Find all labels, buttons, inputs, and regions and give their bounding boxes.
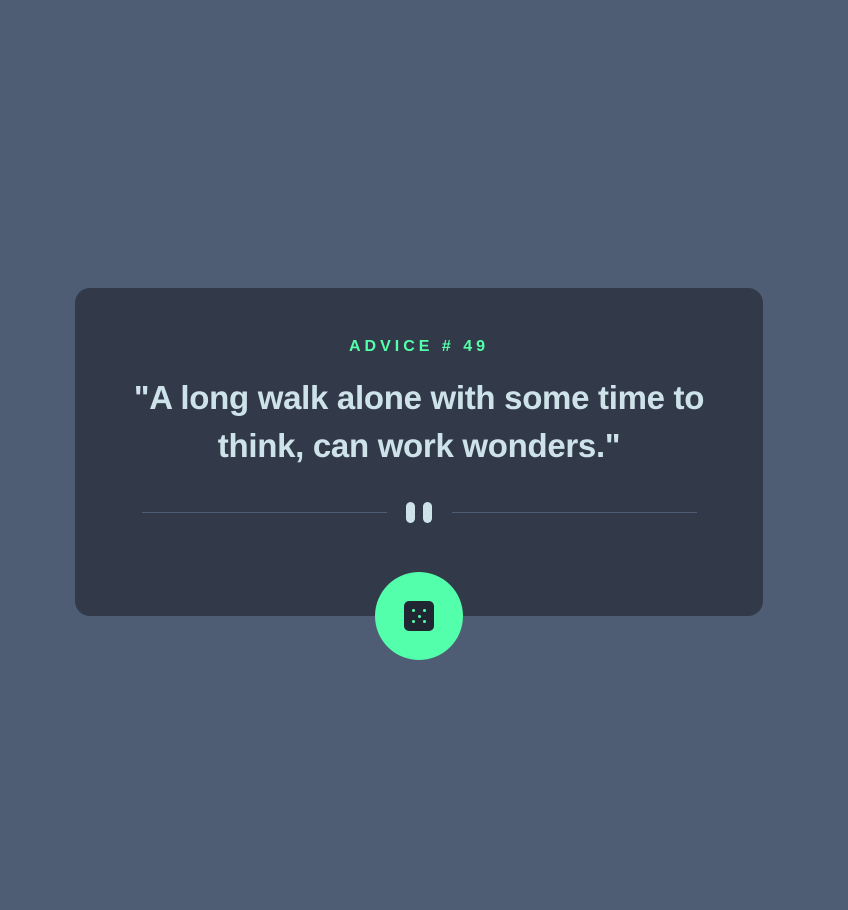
divider-line-right xyxy=(452,512,697,513)
dice-pip xyxy=(412,609,415,612)
advice-card: ADVICE # 49 "A long walk alone with some… xyxy=(75,288,763,660)
dice-icon xyxy=(404,601,434,631)
divider-line-left xyxy=(142,512,387,513)
pause-bar-right xyxy=(423,502,432,523)
pause-icon xyxy=(406,502,434,524)
dice-pip xyxy=(423,620,426,623)
advice-id-label: ADVICE # 49 xyxy=(348,338,490,355)
pause-bar-left xyxy=(406,502,415,523)
generate-advice-button[interactable] xyxy=(375,572,463,660)
advice-quote: "A long walk alone with some time to thi… xyxy=(133,379,705,464)
dice-pip xyxy=(417,614,421,618)
dice-pip xyxy=(412,620,415,623)
pattern-divider xyxy=(142,501,697,525)
dice-pip xyxy=(423,609,426,612)
